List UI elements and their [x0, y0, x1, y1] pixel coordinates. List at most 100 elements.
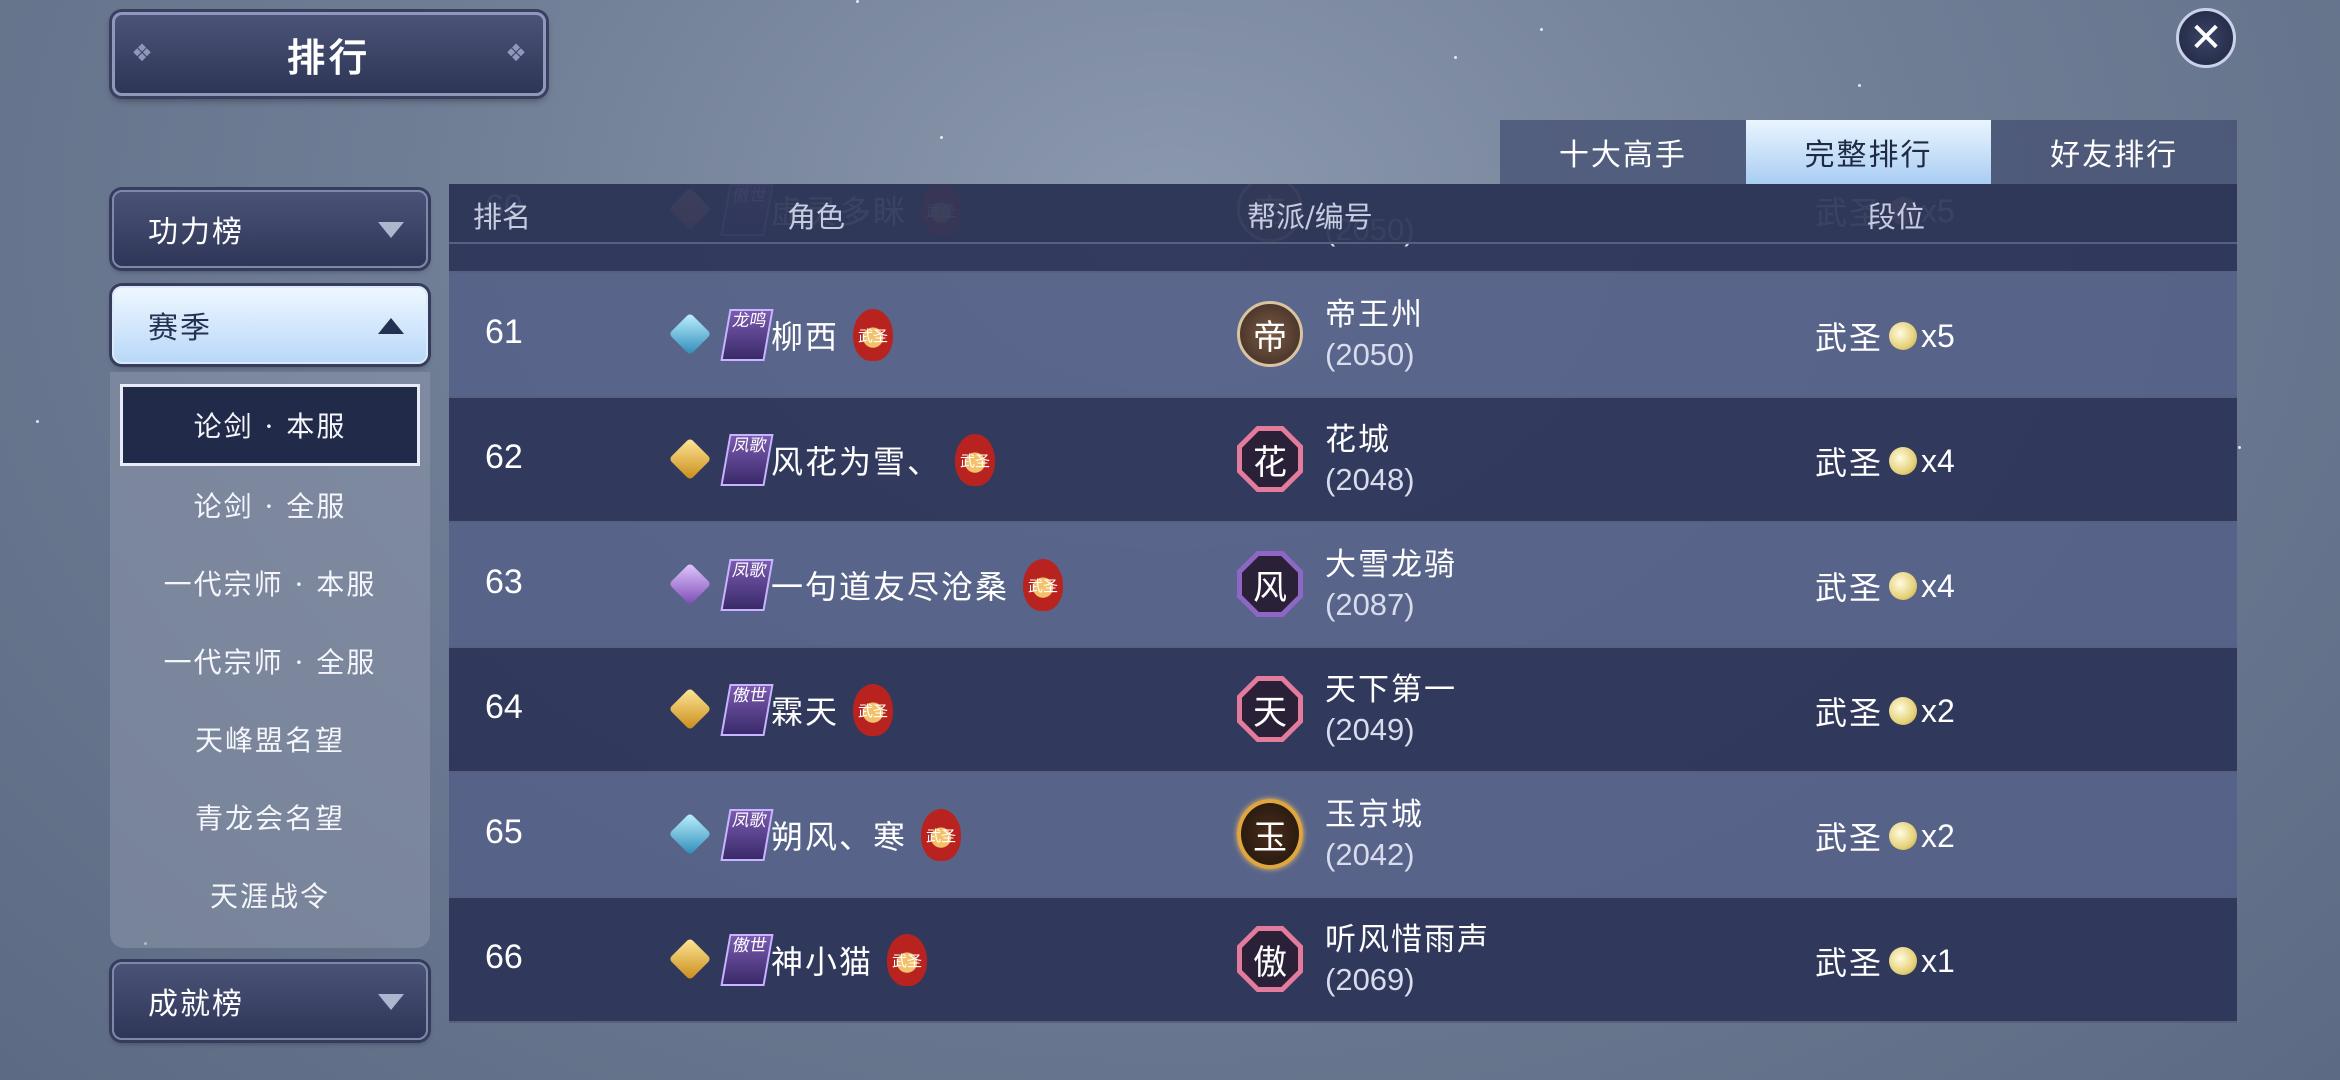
background-star	[1454, 56, 1457, 59]
chevron-up-icon	[378, 318, 404, 334]
tab-top-ten[interactable]: 十大高手	[1500, 120, 1746, 184]
title-plate: ❖ 排行 ❖	[112, 12, 546, 96]
guild-emblem-icon: 风	[1237, 551, 1303, 617]
tier-name: 武圣	[1815, 319, 1884, 357]
tier-name: 武圣	[1815, 569, 1884, 607]
guild-name[interactable]: 天下第一	[1325, 664, 1457, 709]
sidebar-power-board[interactable]: 功力榜	[112, 190, 428, 268]
title-badge: 凤歌	[720, 559, 774, 611]
sidebar-label: 赛季	[148, 311, 212, 346]
tab-friend-ranking[interactable]: 好友排行	[1991, 120, 2238, 184]
tier-coin-icon	[1889, 447, 1918, 475]
tier-display: 武圣 x4	[1815, 438, 1955, 484]
ranking-tabs: 十大高手 完整排行 好友排行	[1500, 120, 2238, 184]
player-name-group: 柳西 武圣	[771, 309, 894, 361]
player-name-group: 朔风、寒 武圣	[771, 809, 962, 861]
tab-full-ranking[interactable]: 完整排行	[1745, 120, 1992, 184]
table-row[interactable]: 62 凤歌 风花为雪、 武圣花花城 (2048) 武圣 x4	[449, 398, 2237, 523]
class-icon	[668, 812, 712, 856]
player-name-group: 风花为雪、 武圣	[771, 434, 996, 486]
background-star	[940, 136, 943, 139]
rank-number: 62	[485, 438, 523, 476]
wusheng-badge-icon: 武圣	[887, 934, 928, 986]
wusheng-badge-icon: 武圣	[921, 809, 962, 861]
guild-emblem-icon: 花	[1237, 426, 1303, 492]
table-rows: 60傲世虚灵多眯武圣帝(2050)武圣x561龙鸣柳西武圣帝帝王州(2050)武…	[449, 184, 2237, 1023]
close-icon: ✕	[2189, 15, 2223, 61]
background-star	[36, 420, 39, 423]
wusheng-badge-icon: 武圣	[955, 434, 996, 486]
table-row[interactable]: 61 龙鸣 柳西 武圣帝帝王州 (2050) 武圣 x5	[449, 273, 2237, 398]
background-star	[2238, 446, 2241, 449]
guild-name[interactable]: 帝王州	[1325, 289, 1424, 334]
table-row[interactable]: 64 傲世 霖天 武圣天天下第一 (2049) 武圣 x2	[449, 648, 2237, 773]
title-badge: 傲世	[720, 684, 774, 736]
table-row[interactable]: 63 凤歌 一句道友尽沧桑 武圣风大雪龙骑 (2087) 武圣 x4	[449, 523, 2237, 648]
wusheng-badge-icon: 武圣	[853, 309, 894, 361]
page-title: 排行	[286, 34, 371, 80]
player-name[interactable]: 风花为雪、	[771, 437, 941, 483]
sidebar-season[interactable]: 赛季	[112, 286, 428, 364]
tier-name: 武圣	[1815, 444, 1884, 482]
chevron-down-icon	[378, 994, 404, 1010]
rank-number: 65	[485, 813, 523, 851]
player-name[interactable]: 霖天	[771, 687, 839, 733]
player-name[interactable]: 一句道友尽沧桑	[771, 562, 1009, 608]
tier-count: x5	[1921, 317, 1955, 354]
guild-id: (2050)	[1325, 337, 1415, 372]
sidebar-achievement-board[interactable]: 成就榜	[112, 962, 428, 1040]
class-icon	[668, 312, 712, 356]
ranking-table[interactable]: 排名 角色 帮派/编号 段位 60傲世虚灵多眯武圣帝(2050)武圣x561龙鸣…	[449, 184, 2237, 1050]
player-name[interactable]: 柳西	[771, 312, 839, 358]
tier-count: x2	[1921, 817, 1955, 854]
guild-emblem-icon: 帝	[1237, 301, 1303, 367]
player-name-group: 神小猫 武圣	[771, 934, 928, 986]
guild-name[interactable]: 听风惜雨声	[1325, 914, 1490, 959]
submenu-item-zongshi-all[interactable]: 一代宗师 · 全服	[120, 622, 420, 700]
submenu-item-battle-pass[interactable]: 天涯战令	[120, 856, 420, 934]
tier-coin-icon	[1889, 697, 1918, 725]
background-star	[1858, 84, 1861, 87]
sidebar-label: 成就榜	[148, 987, 244, 1022]
class-icon	[668, 562, 712, 606]
rank-number: 66	[485, 938, 523, 976]
background-star	[856, 0, 859, 3]
tier-name: 武圣	[1815, 694, 1884, 732]
table-row[interactable]: 66 傲世 神小猫 武圣傲听风惜雨声 (2069) 武圣 x1	[449, 898, 2237, 1023]
table-row[interactable]: 65 凤歌 朔风、寒 武圣玉玉京城 (2042) 武圣 x2	[449, 773, 2237, 898]
submenu-item-qinglong[interactable]: 青龙会名望	[120, 778, 420, 856]
close-button[interactable]: ✕	[2176, 8, 2236, 68]
guild-name[interactable]: 花城	[1325, 414, 1391, 459]
guild-name[interactable]: 玉京城	[1325, 789, 1424, 834]
submenu-item-lunjian-local[interactable]: 论剑 · 本服	[120, 384, 420, 466]
title-badge: 傲世	[720, 934, 774, 986]
guild-id: (2049)	[1325, 712, 1415, 747]
header-rank: 排名	[473, 200, 532, 234]
guild-emblem-icon: 傲	[1237, 926, 1303, 992]
tier-count: x4	[1921, 567, 1955, 604]
tier-coin-icon	[1889, 572, 1918, 600]
tier-coin-icon	[1889, 322, 1918, 350]
background-star	[1540, 28, 1543, 31]
rank-number: 64	[485, 688, 523, 726]
tier-count: x1	[1921, 942, 1955, 979]
guild-emblem-char: 风	[1242, 556, 1298, 612]
guild-emblem-char: 花	[1242, 431, 1298, 487]
class-icon	[668, 937, 712, 981]
rank-number: 61	[485, 313, 523, 351]
submenu-item-lunjian-all[interactable]: 论剑 · 全服	[120, 466, 420, 544]
guild-id: (2048)	[1325, 462, 1415, 497]
tier-display: 武圣 x1	[1815, 938, 1955, 984]
player-name[interactable]: 朔风、寒	[771, 812, 907, 858]
submenu-item-zongshi-local[interactable]: 一代宗师 · 本服	[120, 544, 420, 622]
title-badge: 凤歌	[720, 809, 774, 861]
guild-id: (2042)	[1325, 837, 1415, 872]
ornament-icon: ❖	[131, 39, 153, 67]
player-name[interactable]: 神小猫	[771, 937, 873, 983]
guild-emblem-char: 天	[1242, 681, 1298, 737]
player-name-group: 霖天 武圣	[771, 684, 894, 736]
chevron-down-icon	[378, 222, 404, 238]
guild-name[interactable]: 大雪龙骑	[1325, 539, 1457, 584]
tier-display: 武圣 x2	[1815, 688, 1955, 734]
submenu-item-tianfeng[interactable]: 天峰盟名望	[120, 700, 420, 778]
